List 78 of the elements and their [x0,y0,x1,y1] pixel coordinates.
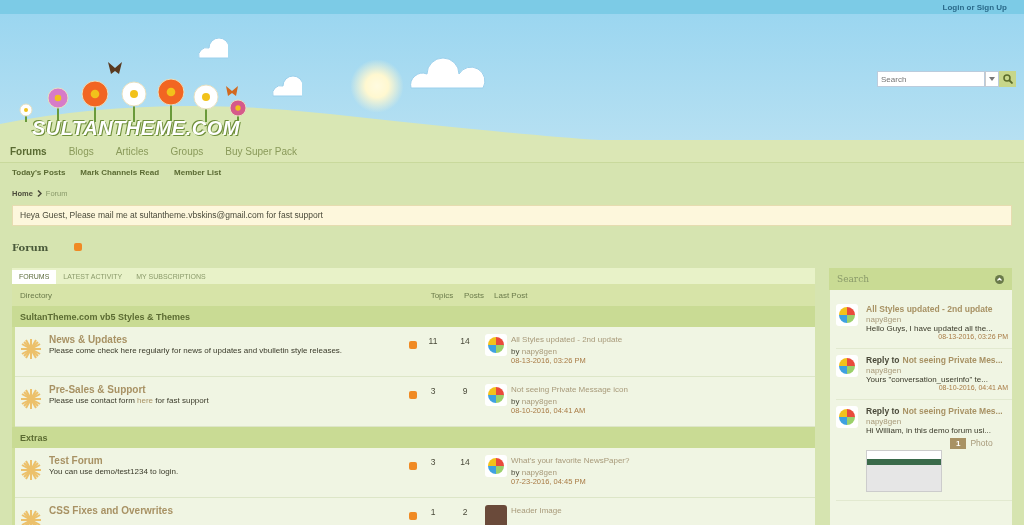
avatar-icon[interactable] [836,406,858,428]
forum-description: Please come check here regularly for news of updates and vbulletin style releases. [49,346,344,355]
avatar-icon[interactable] [485,334,507,356]
nav-tab[interactable]: Groups [170,145,204,157]
posts-count: 14 [459,457,471,467]
contact-link[interactable]: here [137,396,154,405]
forum-description: Please use contact form here for fast support [49,396,210,405]
forum-title[interactable]: Pre-Sales & Support [49,384,146,395]
username-link[interactable]: napy8gen [521,397,557,406]
butterfly-icon [226,86,238,96]
column-header: Posts [463,290,485,300]
cloud-icon [270,74,302,98]
post-excerpt: Hi William, in this demo forum usi... [866,426,992,435]
column-header: Directory [19,290,53,300]
post-excerpt: Hello Guys, I have updated all the... [866,324,994,333]
screenshot-thumbnail[interactable] [866,450,942,492]
reply-label: Reply to [866,355,900,365]
posts-count: 2 [461,507,469,517]
username-link[interactable]: napy8gen [866,366,902,375]
forum-title[interactable]: News & Updates [49,334,128,345]
login-link[interactable]: Login or Sign Up [942,2,1007,12]
sunburst-icon [20,388,42,410]
page-title: Forum [12,241,50,253]
topic-link[interactable]: Not seeing Private Mes... [902,406,1003,416]
butterfly-icon [108,62,122,74]
nav-tab[interactable]: Blogs [68,145,94,157]
forum-title[interactable]: Test Forum [49,455,103,466]
reply-label: Reply to [866,406,900,416]
nav-tab[interactable]: Buy Super Pack [225,145,297,157]
last-post-title[interactable]: Not seeing Private Message icon [511,385,628,394]
username-link[interactable]: napy8gen [866,315,902,324]
last-post-title[interactable]: Header Image [511,506,562,515]
category-title[interactable]: SultanTheme.com vb5 Styles & Themes [20,311,191,322]
topic-link[interactable]: All Styles updated - 2nd update [866,304,993,314]
by-label: by [511,397,520,406]
forum-title[interactable]: CSS Fixes and Overwrites [49,505,173,516]
topics-count: 11 [427,336,439,346]
sunburst-icon [20,459,42,481]
nav-tab[interactable]: Forums [10,145,47,157]
search-field[interactable]: Search [877,71,985,87]
column-header: Topics [429,290,455,300]
notice-text: Heya Guest, Please mail me at sultantheme.vbskins@gmail.com for fast support [12,205,1012,226]
search-icon [1002,74,1013,84]
subnav-link[interactable]: Mark Channels Read [80,167,160,177]
photo-count: 1 [950,438,967,449]
username-link[interactable]: napy8gen [521,468,557,477]
nav-tab[interactable]: Articles [115,145,149,157]
cloud-icon [196,38,228,60]
avatar-icon[interactable] [485,384,507,406]
username-link[interactable]: napy8gen [866,417,902,426]
category-title[interactable]: Extras [20,432,48,443]
sunburst-icon [20,338,42,360]
last-post-title[interactable]: What's your favorite NewsPaper? [511,456,630,465]
search-button[interactable] [999,71,1016,87]
photo-label: Photo [970,438,993,448]
collapse-icon[interactable] [995,274,1004,284]
posts-count: 9 [461,386,469,396]
column-header: Last Post [493,290,528,300]
sunburst-icon [20,509,42,525]
by-label: by [511,468,520,477]
avatar-icon[interactable] [836,355,858,377]
posts-count: 14 [459,336,471,346]
topics-count: 3 [429,386,437,396]
forum-description: You can use demo/test1234 to login. [49,467,180,476]
post-excerpt: Yours "conversation_userinfo" te... [866,375,989,384]
last-post-title[interactable]: All Styles updated - 2nd update [511,335,623,344]
subnav-link[interactable]: Today's Posts [12,167,66,177]
topics-count: 3 [429,457,437,467]
avatar-icon[interactable] [485,455,507,477]
chevron-icon [36,189,42,197]
by-label: by [511,347,520,356]
topic-link[interactable]: Not seeing Private Mes... [902,355,1003,365]
topics-count: 1 [429,507,437,517]
caret-icon[interactable] [985,71,999,87]
sidebar-title: Search [837,274,869,284]
subnav-link[interactable]: Member List [174,167,222,177]
username-link[interactable]: napy8gen [521,347,557,356]
avatar-icon[interactable] [836,304,858,326]
